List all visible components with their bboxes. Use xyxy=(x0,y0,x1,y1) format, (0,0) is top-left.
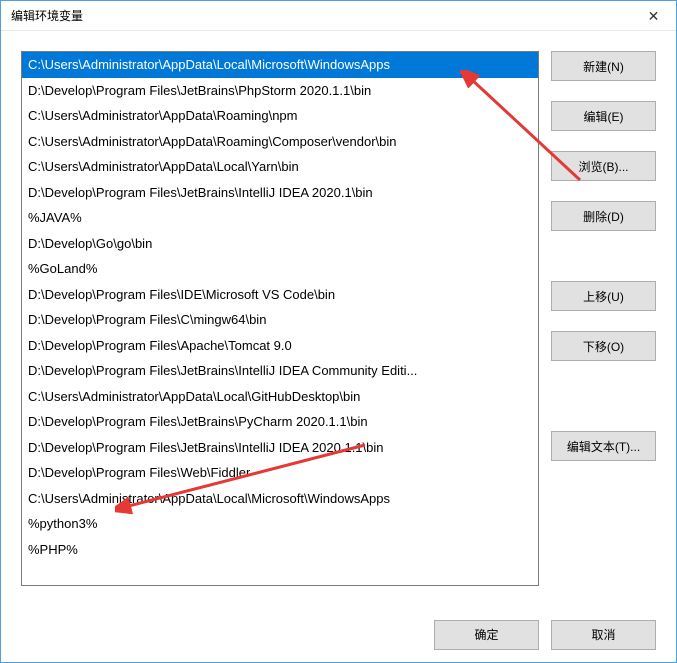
new-button[interactable]: 新建(N) xyxy=(551,51,656,81)
close-button[interactable]: ✕ xyxy=(631,1,676,31)
dialog-footer: 确定 取消 xyxy=(1,607,676,662)
list-item[interactable]: D:\Develop\Go\go\bin xyxy=(22,231,538,257)
list-item[interactable]: C:\Users\Administrator\AppData\Local\Mic… xyxy=(22,52,538,78)
list-item[interactable]: D:\Develop\Program Files\Apache\Tomcat 9… xyxy=(22,333,538,359)
list-item[interactable]: %PHP% xyxy=(22,537,538,563)
list-item[interactable]: C:\Users\Administrator\AppData\Local\Mic… xyxy=(22,486,538,512)
cancel-button[interactable]: 取消 xyxy=(551,620,656,650)
dialog-window: 编辑环境变量 ✕ C:\Users\Administrator\AppData\… xyxy=(0,0,677,663)
titlebar: 编辑环境变量 ✕ xyxy=(1,1,676,31)
delete-button[interactable]: 删除(D) xyxy=(551,201,656,231)
list-item[interactable]: D:\Develop\Program Files\C\mingw64\bin xyxy=(22,307,538,333)
list-item[interactable]: %JAVA% xyxy=(22,205,538,231)
list-item[interactable]: D:\Develop\Program Files\JetBrains\Intel… xyxy=(22,180,538,206)
list-item[interactable]: D:\Develop\Program Files\JetBrains\PhpSt… xyxy=(22,78,538,104)
list-item[interactable]: D:\Develop\Program Files\JetBrains\Intel… xyxy=(22,358,538,384)
browse-button[interactable]: 浏览(B)... xyxy=(551,151,656,181)
content-area: C:\Users\Administrator\AppData\Local\Mic… xyxy=(1,31,676,607)
list-item[interactable]: D:\Develop\Program Files\JetBrains\PyCha… xyxy=(22,409,538,435)
list-item[interactable]: C:\Users\Administrator\AppData\Roaming\C… xyxy=(22,129,538,155)
ok-button[interactable]: 确定 xyxy=(434,620,539,650)
list-item[interactable]: C:\Users\Administrator\AppData\Roaming\n… xyxy=(22,103,538,129)
list-item[interactable]: C:\Users\Administrator\AppData\Local\Git… xyxy=(22,384,538,410)
list-item[interactable]: C:\Users\Administrator\AppData\Local\Yar… xyxy=(22,154,538,180)
edit-text-button[interactable]: 编辑文本(T)... xyxy=(551,431,656,461)
close-icon: ✕ xyxy=(648,8,660,25)
button-column: 新建(N) 编辑(E) 浏览(B)... 删除(D) 上移(U) 下移(O) 编… xyxy=(551,51,656,592)
list-item[interactable]: %GoLand% xyxy=(22,256,538,282)
move-down-button[interactable]: 下移(O) xyxy=(551,331,656,361)
list-item[interactable]: D:\Develop\Program Files\JetBrains\Intel… xyxy=(22,435,538,461)
dialog-title: 编辑环境变量 xyxy=(11,7,83,24)
list-item[interactable]: %python3% xyxy=(22,511,538,537)
move-up-button[interactable]: 上移(U) xyxy=(551,281,656,311)
list-item[interactable]: D:\Develop\Program Files\IDE\Microsoft V… xyxy=(22,282,538,308)
edit-button[interactable]: 编辑(E) xyxy=(551,101,656,131)
path-listbox[interactable]: C:\Users\Administrator\AppData\Local\Mic… xyxy=(21,51,539,586)
list-item[interactable]: D:\Develop\Program Files\Web\Fiddler xyxy=(22,460,538,486)
